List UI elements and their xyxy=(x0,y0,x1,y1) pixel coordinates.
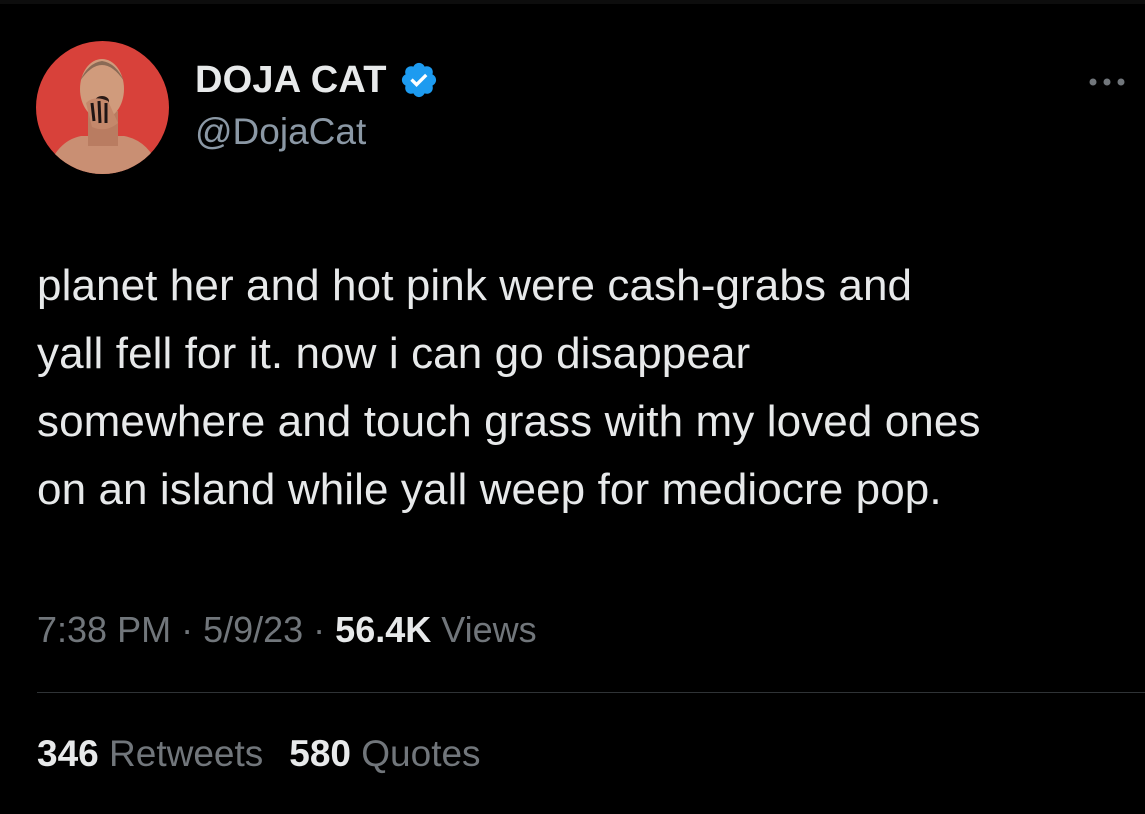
avatar-image xyxy=(36,41,169,174)
tweet-stats: 346 Retweets 580 Quotes xyxy=(37,728,481,780)
meta-separator: · xyxy=(171,609,204,650)
tweet-date[interactable]: 5/9/23 xyxy=(203,609,303,650)
avatar[interactable] xyxy=(36,41,169,174)
top-border xyxy=(0,0,1145,4)
divider xyxy=(37,692,1145,693)
tweet-time[interactable]: 7:38 PM xyxy=(37,609,171,650)
user-handle[interactable]: @DojaCat xyxy=(195,108,439,156)
tweet-card: DOJA CAT @DojaCat planet her and hot pin… xyxy=(0,0,1145,814)
more-options-icon[interactable] xyxy=(1085,70,1129,94)
retweets-stat[interactable]: 346 Retweets xyxy=(37,733,263,774)
meta-separator: · xyxy=(303,609,336,650)
quotes-count: 580 xyxy=(289,733,351,774)
views-label: Views xyxy=(441,609,537,650)
display-name-row: DOJA CAT xyxy=(195,54,439,106)
quotes-stat[interactable]: 580 Quotes xyxy=(289,733,480,774)
retweets-label: Retweets xyxy=(109,733,264,774)
user-block: DOJA CAT @DojaCat xyxy=(195,54,439,156)
retweets-count: 346 xyxy=(37,733,99,774)
views-count: 56.4K xyxy=(335,609,432,650)
tweet-meta: 7:38 PM · 5/9/23 · 56.4K Views xyxy=(37,604,537,656)
display-name[interactable]: DOJA CAT xyxy=(195,54,387,106)
tweet-text: planet her and hot pink were cash-grabs … xyxy=(37,261,981,514)
verified-badge-icon[interactable] xyxy=(399,60,439,100)
quotes-label: Quotes xyxy=(361,733,481,774)
